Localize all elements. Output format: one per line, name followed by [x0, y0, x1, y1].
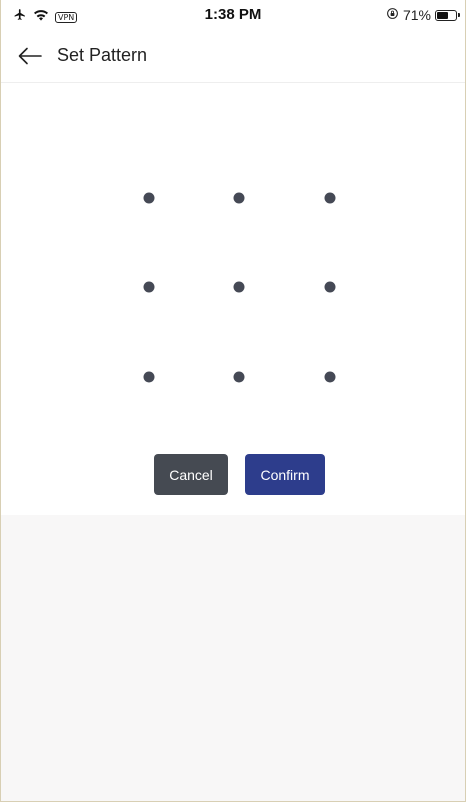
pattern-dot-9[interactable] — [324, 371, 336, 383]
battery-icon — [435, 9, 460, 21]
pattern-dot-6[interactable] — [324, 281, 336, 293]
back-button[interactable] — [15, 44, 45, 72]
status-bar: VPN 1:38 PM 71% — [1, 0, 465, 34]
app-screen: VPN 1:38 PM 71% Set Pattern Cancel Confi… — [0, 0, 466, 802]
pattern-dot-5[interactable] — [233, 281, 245, 293]
pattern-lock-area[interactable]: Cancel Confirm — [1, 83, 465, 515]
cancel-button[interactable]: Cancel — [154, 454, 228, 495]
app-header: Set Pattern — [1, 34, 465, 83]
pattern-dot-3[interactable] — [324, 192, 336, 204]
empty-lower-area — [1, 515, 465, 801]
pattern-dot-7[interactable] — [143, 371, 155, 383]
battery-percent: 71% — [402, 7, 431, 23]
battery-fill — [437, 11, 448, 19]
confirm-button[interactable]: Confirm — [245, 454, 325, 495]
pattern-dot-8[interactable] — [233, 371, 245, 383]
pattern-dot-1[interactable] — [143, 192, 155, 204]
status-bar-right: 71% — [386, 7, 460, 23]
pattern-dot-2[interactable] — [233, 192, 245, 204]
back-arrow-icon — [17, 46, 43, 71]
page-title: Set Pattern — [57, 45, 148, 65]
pattern-dot-4[interactable] — [143, 281, 155, 293]
orientation-lock-icon — [386, 7, 399, 23]
